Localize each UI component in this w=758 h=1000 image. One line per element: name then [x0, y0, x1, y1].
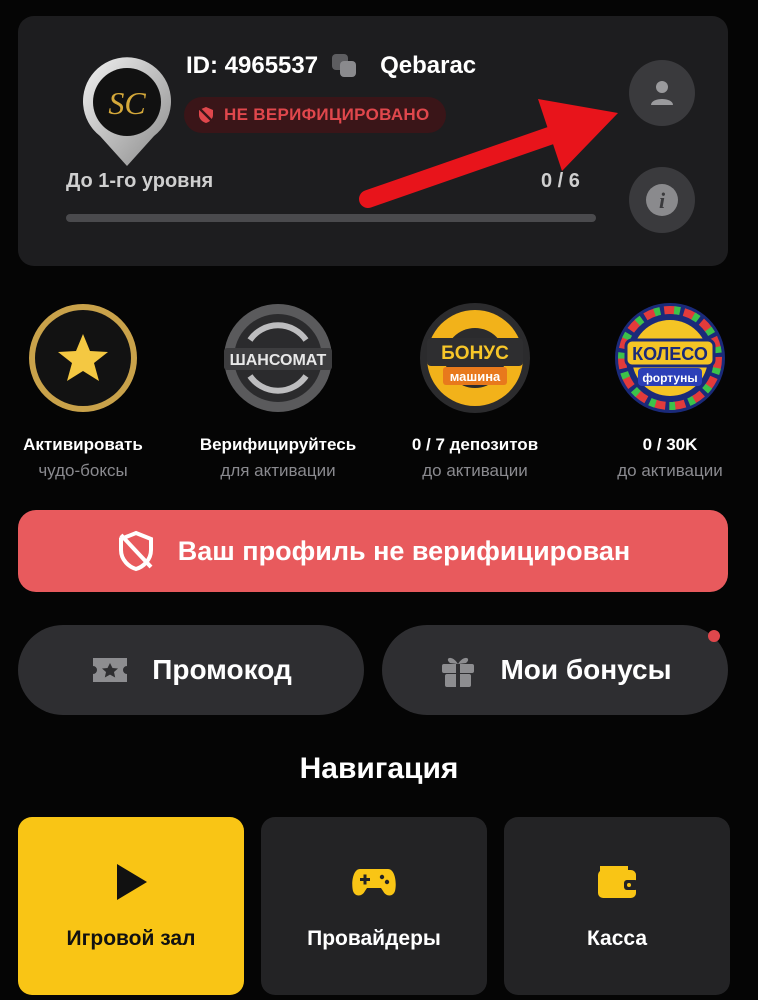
level-progress-bar [66, 214, 596, 222]
user-icon [651, 81, 673, 105]
unverified-profile-text: Ваш профиль не верифицирован [177, 535, 631, 566]
logo-text: SC [108, 85, 146, 121]
avatar: SC [82, 57, 172, 166]
nickname: Qebarac [380, 52, 477, 79]
nav-tile-label: Игровой зал [66, 927, 196, 950]
info-icon: i [646, 184, 678, 216]
profile-button[interactable] [629, 60, 695, 126]
wheel-icon: ШАНСОМАТ [224, 304, 332, 412]
feature-chancomat[interactable]: ШАНСОМАТ Верифицируйтесь для активации [183, 300, 373, 481]
fortune-badge-bottom: фортуны [642, 371, 697, 385]
notification-dot [708, 630, 720, 642]
fortune-wheel-icon: КОЛЕСО фортуны [615, 303, 725, 413]
feature-bonus-machine[interactable]: БОНУС машина 0 / 7 депозитов до активаци… [380, 300, 570, 481]
annotation-arrow-icon [359, 99, 618, 208]
wheel-badge-text: ШАНСОМАТ [230, 352, 327, 369]
navigation-heading: Навигация [299, 752, 459, 785]
bonus-badge-top: БОНУС [441, 343, 509, 364]
feature-title: 0 / 30K [642, 435, 698, 454]
my-bonuses-button[interactable]: Мои бонусы [382, 625, 728, 715]
copy-icon[interactable] [330, 52, 360, 80]
fortune-badge-top: КОЛЕСО [632, 344, 708, 364]
nav-tile-cashier[interactable]: Касса [504, 817, 730, 995]
promo-code-label: Промокод [152, 654, 292, 685]
play-icon [117, 864, 147, 900]
nav-tile-game-hall[interactable]: Игровой зал [18, 817, 244, 995]
feature-subtitle: до активации [617, 461, 723, 480]
bonus-badge-bottom: машина [450, 369, 501, 384]
profile-id-row: ID: 4965537 Qebarac [186, 52, 476, 80]
promo-code-button[interactable]: Промокод [18, 625, 364, 715]
unverified-profile-banner[interactable]: Ваш профиль не верифицирован [18, 510, 728, 592]
star-box-icon [29, 304, 137, 412]
feature-chest[interactable]: Активировать чудо-боксы [0, 300, 178, 481]
bonus-machine-icon: БОНУС машина [420, 303, 530, 413]
feature-title: Верифицируйтесь [199, 435, 357, 454]
wallet-icon [598, 866, 638, 898]
info-glyph: i [659, 188, 666, 213]
feature-subtitle: чудо-боксы [38, 461, 128, 480]
feature-subtitle: для активации [220, 461, 336, 480]
info-button[interactable]: i [629, 167, 695, 233]
shield-off-icon [198, 107, 214, 123]
feature-subtitle: до активации [422, 461, 528, 480]
feature-title: 0 / 7 депозитов [411, 435, 539, 454]
nav-tile-label: Провайдеры [307, 927, 441, 950]
ticket-icon [93, 658, 128, 682]
shield-off-icon [118, 530, 153, 572]
feature-title: Активировать [23, 435, 143, 454]
gift-icon [442, 657, 475, 687]
feature-fortune-wheel[interactable]: КОЛЕСО фортуны 0 / 30K до активации [575, 300, 758, 481]
nav-tile-label: Касса [586, 927, 648, 950]
my-bonuses-label: Мои бонусы [500, 654, 672, 685]
level-label: До 1-го уровня [66, 170, 214, 192]
gamepad-icon [352, 869, 396, 896]
user-id: ID: 4965537 [186, 52, 319, 79]
nav-tile-providers[interactable]: Провайдеры [261, 817, 487, 995]
